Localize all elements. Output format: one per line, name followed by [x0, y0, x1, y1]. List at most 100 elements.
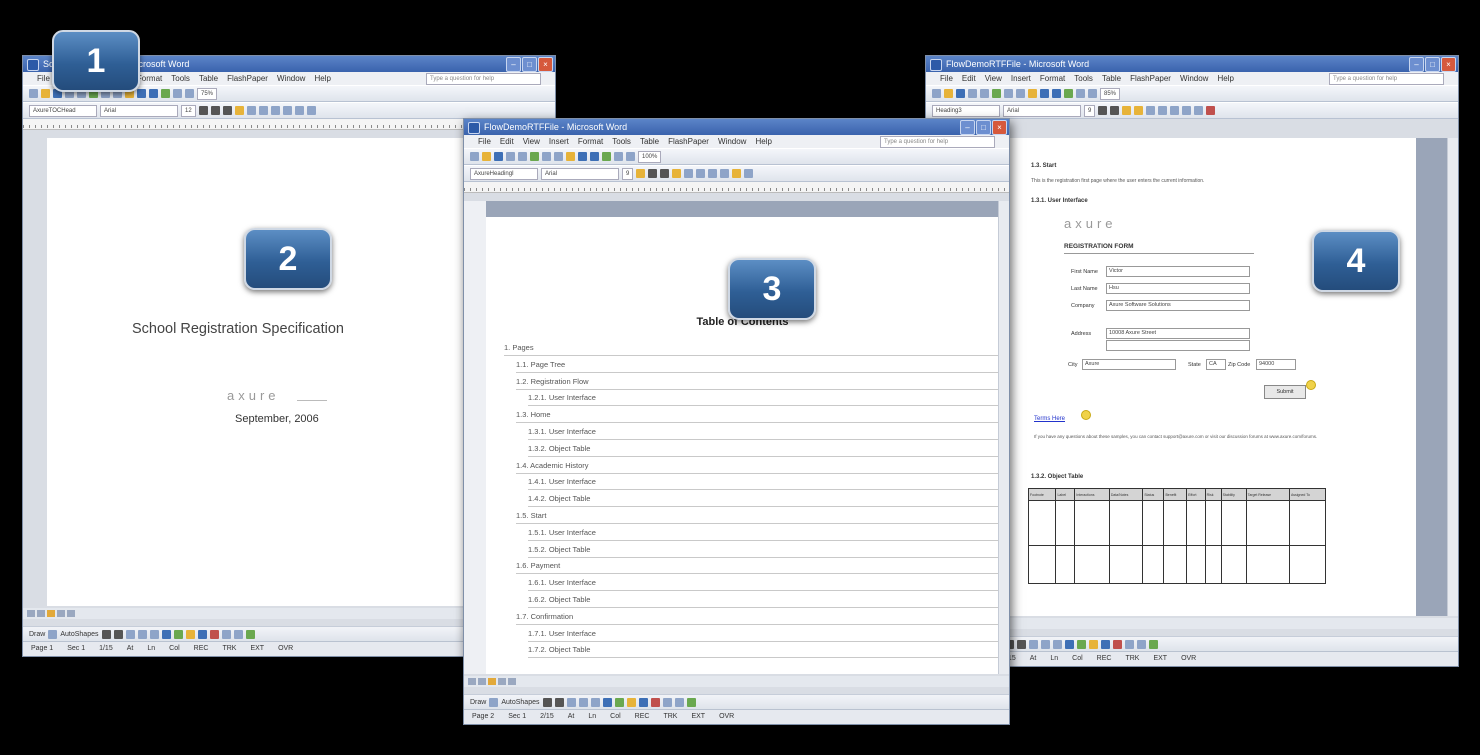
minimize-button[interactable]: –: [1409, 57, 1424, 72]
bold-icon[interactable]: [636, 169, 646, 178]
state-input[interactable]: CA: [1206, 359, 1226, 370]
spelling-icon[interactable]: [530, 152, 539, 161]
cut-icon[interactable]: [1004, 89, 1013, 98]
maximize-button[interactable]: □: [1425, 57, 1440, 72]
toc-entry[interactable]: 1.7.2. Object Table: [528, 645, 999, 659]
copy-icon[interactable]: [554, 152, 563, 161]
open-folder-icon[interactable]: [944, 89, 953, 98]
autoshapes-menu[interactable]: AutoShapes: [60, 631, 98, 638]
bullets-icon[interactable]: [306, 106, 316, 115]
italic-icon[interactable]: [210, 106, 220, 115]
horizontal-ruler[interactable]: [464, 182, 1009, 193]
line-icon[interactable]: [101, 630, 111, 639]
maximize-button[interactable]: □: [522, 57, 537, 72]
table-icon[interactable]: [1076, 89, 1085, 98]
menu-item-file[interactable]: File: [37, 72, 50, 85]
toc-entry[interactable]: 1.3.2. Object Table: [528, 444, 999, 457]
columns-icon[interactable]: [626, 152, 635, 161]
draw-menu[interactable]: Draw: [470, 699, 486, 706]
wordart-icon[interactable]: [161, 630, 171, 639]
ask-question-box[interactable]: Type a question for help: [426, 73, 541, 85]
preview-icon[interactable]: [980, 89, 989, 98]
toc-entry[interactable]: 1.4. Academic History: [516, 461, 999, 474]
menu-item-insert[interactable]: Insert: [549, 135, 569, 148]
menu-item-insert[interactable]: Insert: [1011, 72, 1031, 85]
minimize-button[interactable]: –: [960, 120, 975, 135]
menu-item-flashpaper[interactable]: FlashPaper: [1130, 72, 1171, 85]
submit-button[interactable]: Submit: [1264, 385, 1306, 399]
hyperlink-icon[interactable]: [161, 89, 170, 98]
redo-icon[interactable]: [1052, 89, 1061, 98]
font-size-dropdown[interactable]: 12: [181, 104, 196, 117]
wordart-icon[interactable]: [602, 698, 612, 707]
save-icon[interactable]: [494, 152, 503, 161]
bold-icon[interactable]: [1098, 106, 1108, 115]
city-input[interactable]: Axure: [1082, 359, 1176, 370]
align-right-icon[interactable]: [696, 169, 706, 178]
open-folder-icon[interactable]: [41, 89, 50, 98]
zoom-dropdown[interactable]: 100%: [638, 150, 662, 163]
open-folder-icon[interactable]: [482, 152, 491, 161]
hyperlink-icon[interactable]: [1064, 89, 1073, 98]
paste-icon[interactable]: [1028, 89, 1037, 98]
ask-question-box[interactable]: Type a question for help: [880, 136, 995, 148]
terms-link[interactable]: Terms Here: [1034, 416, 1065, 422]
ask-question-box[interactable]: Type a question for help: [1329, 73, 1444, 85]
toc-entry[interactable]: 1.6.2. Object Table: [528, 595, 999, 608]
menu-item-format[interactable]: Format: [1040, 72, 1065, 85]
justify-icon[interactable]: [708, 169, 718, 178]
menu-item-help[interactable]: Help: [314, 72, 330, 85]
font-color-icon[interactable]: [1206, 106, 1216, 115]
window-title-bar[interactable]: FlowDemoRTFFile - Microsoft Word – □ ×: [464, 119, 1009, 135]
align-left-icon[interactable]: [234, 106, 244, 115]
draw-menu[interactable]: Draw: [29, 631, 45, 638]
toc-entry[interactable]: 1.3.1. User Interface: [528, 427, 999, 440]
menu-item-tools[interactable]: Tools: [1074, 72, 1093, 85]
fill-color-icon[interactable]: [626, 698, 636, 707]
menu-item-help[interactable]: Help: [755, 135, 771, 148]
rectangle-icon[interactable]: [566, 698, 576, 707]
font-dropdown[interactable]: Arial: [1003, 104, 1081, 117]
web-view-icon[interactable]: [478, 678, 486, 685]
wordart-icon[interactable]: [1064, 640, 1074, 649]
undo-icon[interactable]: [137, 89, 146, 98]
menu-item-help[interactable]: Help: [1217, 72, 1233, 85]
oval-icon[interactable]: [578, 698, 588, 707]
spelling-icon[interactable]: [992, 89, 1001, 98]
minimize-button[interactable]: –: [506, 57, 521, 72]
font-size-dropdown[interactable]: 9: [1084, 104, 1096, 117]
fill-color-icon[interactable]: [1088, 640, 1098, 649]
toc-entry[interactable]: 1.5. Start: [516, 511, 999, 524]
vertical-scrollbar[interactable]: [998, 201, 1009, 674]
new-document-icon[interactable]: [470, 152, 479, 161]
style-dropdown[interactable]: Heading3: [932, 104, 1000, 117]
outline-view-icon[interactable]: [498, 678, 506, 685]
address-line-2-input[interactable]: [1106, 340, 1250, 351]
copy-icon[interactable]: [1016, 89, 1025, 98]
toc-entry[interactable]: 1.2. Registration Flow: [516, 377, 999, 390]
font-dropdown[interactable]: Arial: [100, 104, 178, 117]
oval-icon[interactable]: [137, 630, 147, 639]
toc-entry[interactable]: 1.7.1. User Interface: [528, 629, 999, 642]
menu-item-format[interactable]: Format: [578, 135, 603, 148]
menu-item-flashpaper[interactable]: FlashPaper: [227, 72, 268, 85]
bullets-icon[interactable]: [1194, 106, 1204, 115]
outline-view-icon[interactable]: [57, 610, 65, 617]
numbering-icon[interactable]: [1182, 106, 1192, 115]
paste-icon[interactable]: [566, 152, 575, 161]
last-name-input[interactable]: Hsu: [1106, 283, 1250, 294]
shadow-icon[interactable]: [674, 698, 684, 707]
toc-entry[interactable]: 1.6. Payment: [516, 561, 999, 575]
reading-view-icon[interactable]: [508, 678, 516, 685]
rectangle-icon[interactable]: [1028, 640, 1038, 649]
textbox-icon[interactable]: [149, 630, 159, 639]
arrow-icon[interactable]: [113, 630, 123, 639]
columns-icon[interactable]: [185, 89, 194, 98]
close-button[interactable]: ×: [992, 120, 1007, 135]
menu-item-table[interactable]: Table: [199, 72, 218, 85]
document-page[interactable]: 1.3. Start This is the registration firs…: [956, 138, 1416, 616]
3d-icon[interactable]: [1148, 640, 1158, 649]
3d-icon[interactable]: [686, 698, 696, 707]
redo-icon[interactable]: [149, 89, 158, 98]
line-color-icon[interactable]: [638, 698, 648, 707]
